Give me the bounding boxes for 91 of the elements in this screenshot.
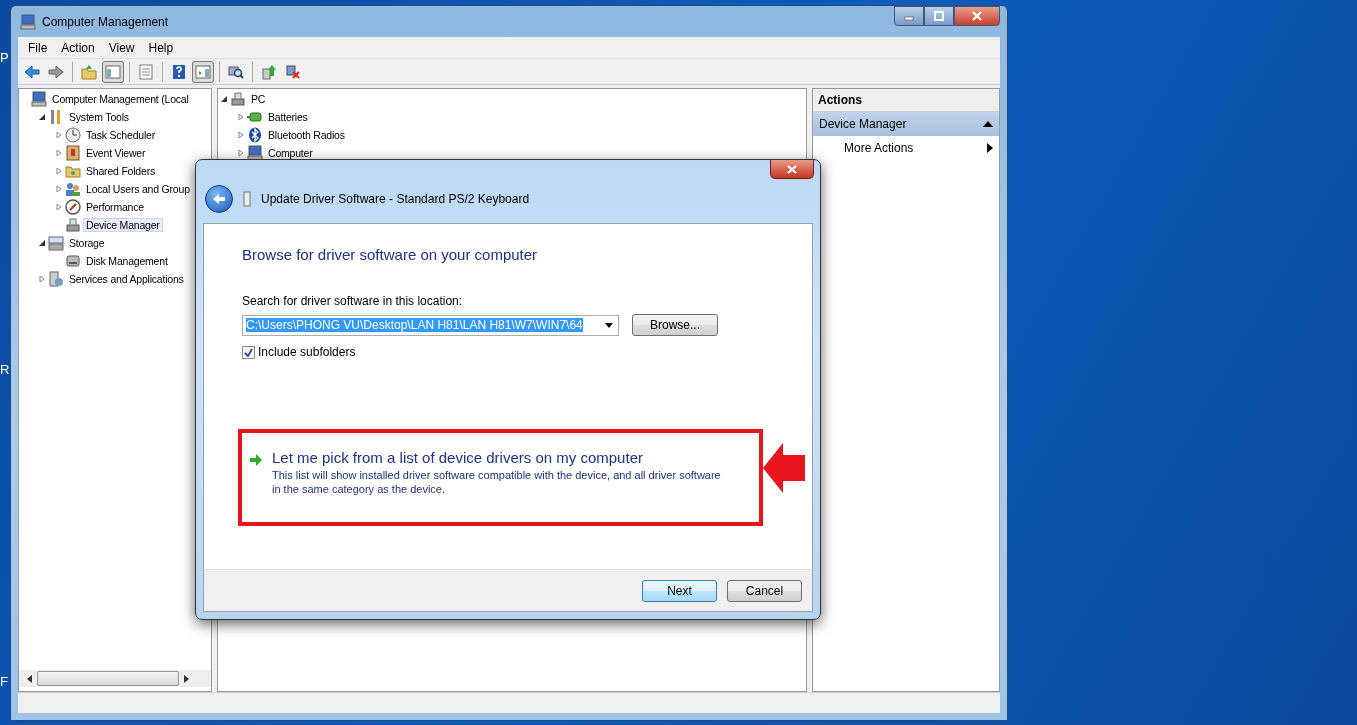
gauge-icon — [65, 199, 81, 215]
help-icon — [171, 63, 187, 80]
command-link[interactable]: Let me pick from a list of device drivers on my computer This list will show installed driver software compatible with the device, and all driver software in the same category as the device. — [249, 449, 759, 497]
bluetooth-icon — [247, 127, 263, 143]
tree-item[interactable]: Device Manager — [83, 218, 163, 232]
collapsed-arrow-icon[interactable] — [55, 203, 63, 211]
back-arrow-icon — [212, 193, 226, 205]
dropdown-arrow-icon — [605, 322, 613, 328]
desktop-icon-label: F — [0, 674, 9, 689]
clock-icon — [65, 127, 81, 143]
scroll-thumb[interactable] — [37, 671, 179, 686]
scroll-left-icon — [27, 674, 33, 683]
collapsed-arrow-icon[interactable] — [38, 275, 46, 283]
collapsed-arrow-icon[interactable] — [55, 131, 63, 139]
menu-item[interactable]: Help — [141, 40, 181, 55]
close-icon — [972, 11, 982, 21]
arrow-right-icon — [249, 454, 262, 466]
tree-item[interactable]: Services and Applications — [66, 272, 187, 286]
check-icon — [244, 347, 253, 357]
arrow-up-icon — [261, 63, 277, 80]
tree-item[interactable]: Disk Management — [83, 254, 171, 268]
tree-item[interactable]: Storage — [66, 236, 108, 250]
field-label: Search for driver software in this location: — [242, 294, 463, 308]
pane-title: Actions — [813, 89, 999, 112]
users-icon — [65, 181, 81, 197]
action-item[interactable]: More Actions — [813, 136, 999, 160]
browse-button[interactable]: Browse... — [632, 314, 718, 336]
toolbar-button[interactable] — [192, 60, 214, 83]
collapsed-arrow-icon[interactable] — [237, 131, 245, 139]
checkbox-label: Include subfolders — [258, 345, 356, 359]
collapsed-arrow-icon[interactable] — [55, 185, 63, 193]
minimize-button[interactable] — [894, 6, 924, 26]
tree-item[interactable]: Local Users and Group — [83, 182, 193, 196]
back-button[interactable] — [205, 185, 233, 213]
checkbox[interactable] — [242, 345, 255, 359]
expanded-arrow-icon[interactable] — [38, 113, 46, 121]
desktop-icon-label: R — [0, 362, 9, 377]
pane-icon — [195, 63, 211, 80]
dialog-title: Update Driver Software - Standard PS/2 Keyboard — [261, 192, 530, 206]
tree-item[interactable]: Bluetooth Radios — [265, 128, 348, 142]
menu-item[interactable]: File — [21, 40, 55, 55]
folder-icon — [65, 163, 81, 179]
tree-item[interactable]: Batteries — [265, 110, 311, 124]
scroll-right-icon — [183, 674, 189, 683]
tree-item[interactable]: Shared Folders — [83, 164, 158, 178]
menu-item[interactable]: View — [101, 40, 142, 55]
list-icon — [138, 63, 154, 80]
device-icon — [65, 217, 81, 233]
close-icon — [787, 164, 797, 174]
folder-icon — [81, 63, 97, 80]
section-header[interactable]: Device Manager — [813, 112, 999, 136]
command-link-title: Let me pick from a list of device drivers on my computer — [272, 449, 644, 466]
magnifier-icon — [228, 63, 244, 80]
computer-icon — [31, 91, 47, 107]
tree-item[interactable]: Performance — [83, 200, 147, 214]
close-button[interactable] — [770, 160, 814, 179]
collapsed-arrow-icon[interactable] — [55, 167, 63, 175]
dialog-button[interactable]: Cancel — [727, 579, 802, 602]
window-title: Computer Management — [42, 14, 169, 29]
storage-icon — [48, 235, 64, 251]
toolbar-button[interactable] — [102, 60, 124, 83]
collapsed-arrow-icon[interactable] — [237, 113, 245, 121]
tree-item[interactable]: Computer — [265, 146, 316, 160]
horizontal-scrollbar[interactable] — [19, 670, 211, 687]
tree-item[interactable]: Event Viewer — [83, 146, 149, 160]
tree-item[interactable]: System Tools — [66, 110, 132, 124]
collapsed-arrow-icon[interactable] — [55, 149, 63, 157]
menu-item[interactable]: Action — [54, 40, 102, 55]
desktop-icon-label: P — [0, 50, 9, 65]
dialog-button[interactable]: Next — [642, 579, 717, 602]
pane-icon — [105, 63, 121, 80]
app-icon — [20, 13, 36, 30]
remove-icon — [285, 63, 301, 80]
collapsed-arrow-icon[interactable] — [237, 149, 245, 157]
expanded-arrow-icon[interactable] — [38, 239, 46, 247]
command-link-description: This list will show installed driver software compatible with the device, and all driver software in the same category as the device. — [272, 468, 722, 497]
expanded-arrow-icon[interactable] — [220, 95, 228, 103]
close-button[interactable] — [954, 6, 1000, 26]
section-title: Device Manager — [819, 117, 907, 131]
maximize-icon — [934, 11, 944, 21]
back-icon — [24, 63, 40, 80]
tree-item[interactable]: Computer Management (Local — [49, 92, 192, 106]
submenu-arrow-icon — [987, 143, 993, 153]
maximize-button[interactable] — [924, 6, 954, 26]
battery-icon — [247, 109, 263, 125]
forward-icon — [48, 63, 64, 80]
device-icon — [230, 91, 246, 107]
computer-icon — [247, 145, 263, 161]
dialog-heading: Browse for driver software on your computer — [242, 246, 538, 263]
tree-item[interactable]: Task Scheduler — [83, 128, 158, 142]
tree-item[interactable]: PC — [248, 92, 269, 106]
